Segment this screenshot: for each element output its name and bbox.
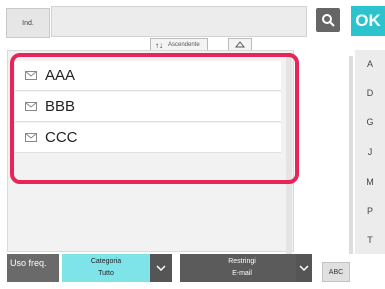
restrict-button[interactable]: Restringi E-mail <box>180 254 304 282</box>
ok-button[interactable]: OK <box>351 6 385 36</box>
list-scrollbar[interactable] <box>286 56 292 256</box>
search-button[interactable] <box>316 8 340 32</box>
sort-label: Ascendente <box>168 42 200 48</box>
alphabet-letter-t[interactable]: T <box>355 235 385 245</box>
category-dropdown[interactable] <box>150 254 172 282</box>
alphabet-letter-d[interactable]: D <box>355 88 385 98</box>
restrict-dropdown[interactable] <box>296 254 312 282</box>
contact-row[interactable]: CCC <box>15 123 281 153</box>
email-icon <box>25 133 37 142</box>
contact-name: CCC <box>45 129 78 146</box>
index-button[interactable]: Ind. <box>6 8 50 38</box>
contact-name: BBB <box>45 98 76 115</box>
restrict-title: Restringi <box>228 258 256 265</box>
address-book-screen: Ind. OK ↑↓ Ascendente AAA BBB CCC A D G … <box>0 0 385 289</box>
restrict-value: E-mail <box>232 270 252 277</box>
email-icon <box>25 102 37 111</box>
alphabet-letter-j[interactable]: J <box>355 147 385 157</box>
category-title: Categoria <box>90 258 122 265</box>
sort-toggle-icon <box>235 41 245 48</box>
alphabet-letter-p[interactable]: P <box>355 206 385 216</box>
alphabet-letter-g[interactable]: G <box>355 117 385 127</box>
chevron-down-icon <box>156 265 166 271</box>
alphabet-scrollbar[interactable] <box>349 56 353 266</box>
alphabet-letter-m[interactable]: M <box>355 177 385 187</box>
contact-row[interactable]: AAA <box>15 61 281 91</box>
contact-name: AAA <box>45 67 76 84</box>
category-button[interactable]: Categoria Tutto <box>62 254 150 282</box>
category-value: Tutto <box>98 270 114 277</box>
search-icon <box>322 14 335 27</box>
chevron-down-icon <box>299 265 309 271</box>
search-input[interactable] <box>51 6 307 37</box>
email-icon <box>25 71 37 80</box>
abc-button[interactable]: ABC <box>322 262 350 282</box>
contact-row[interactable]: BBB <box>15 92 281 122</box>
frequent-use-button[interactable]: Uso freq. <box>7 254 59 282</box>
sort-arrows-icon: ↑↓ <box>155 40 163 50</box>
alphabet-letter-a[interactable]: A <box>355 59 385 69</box>
